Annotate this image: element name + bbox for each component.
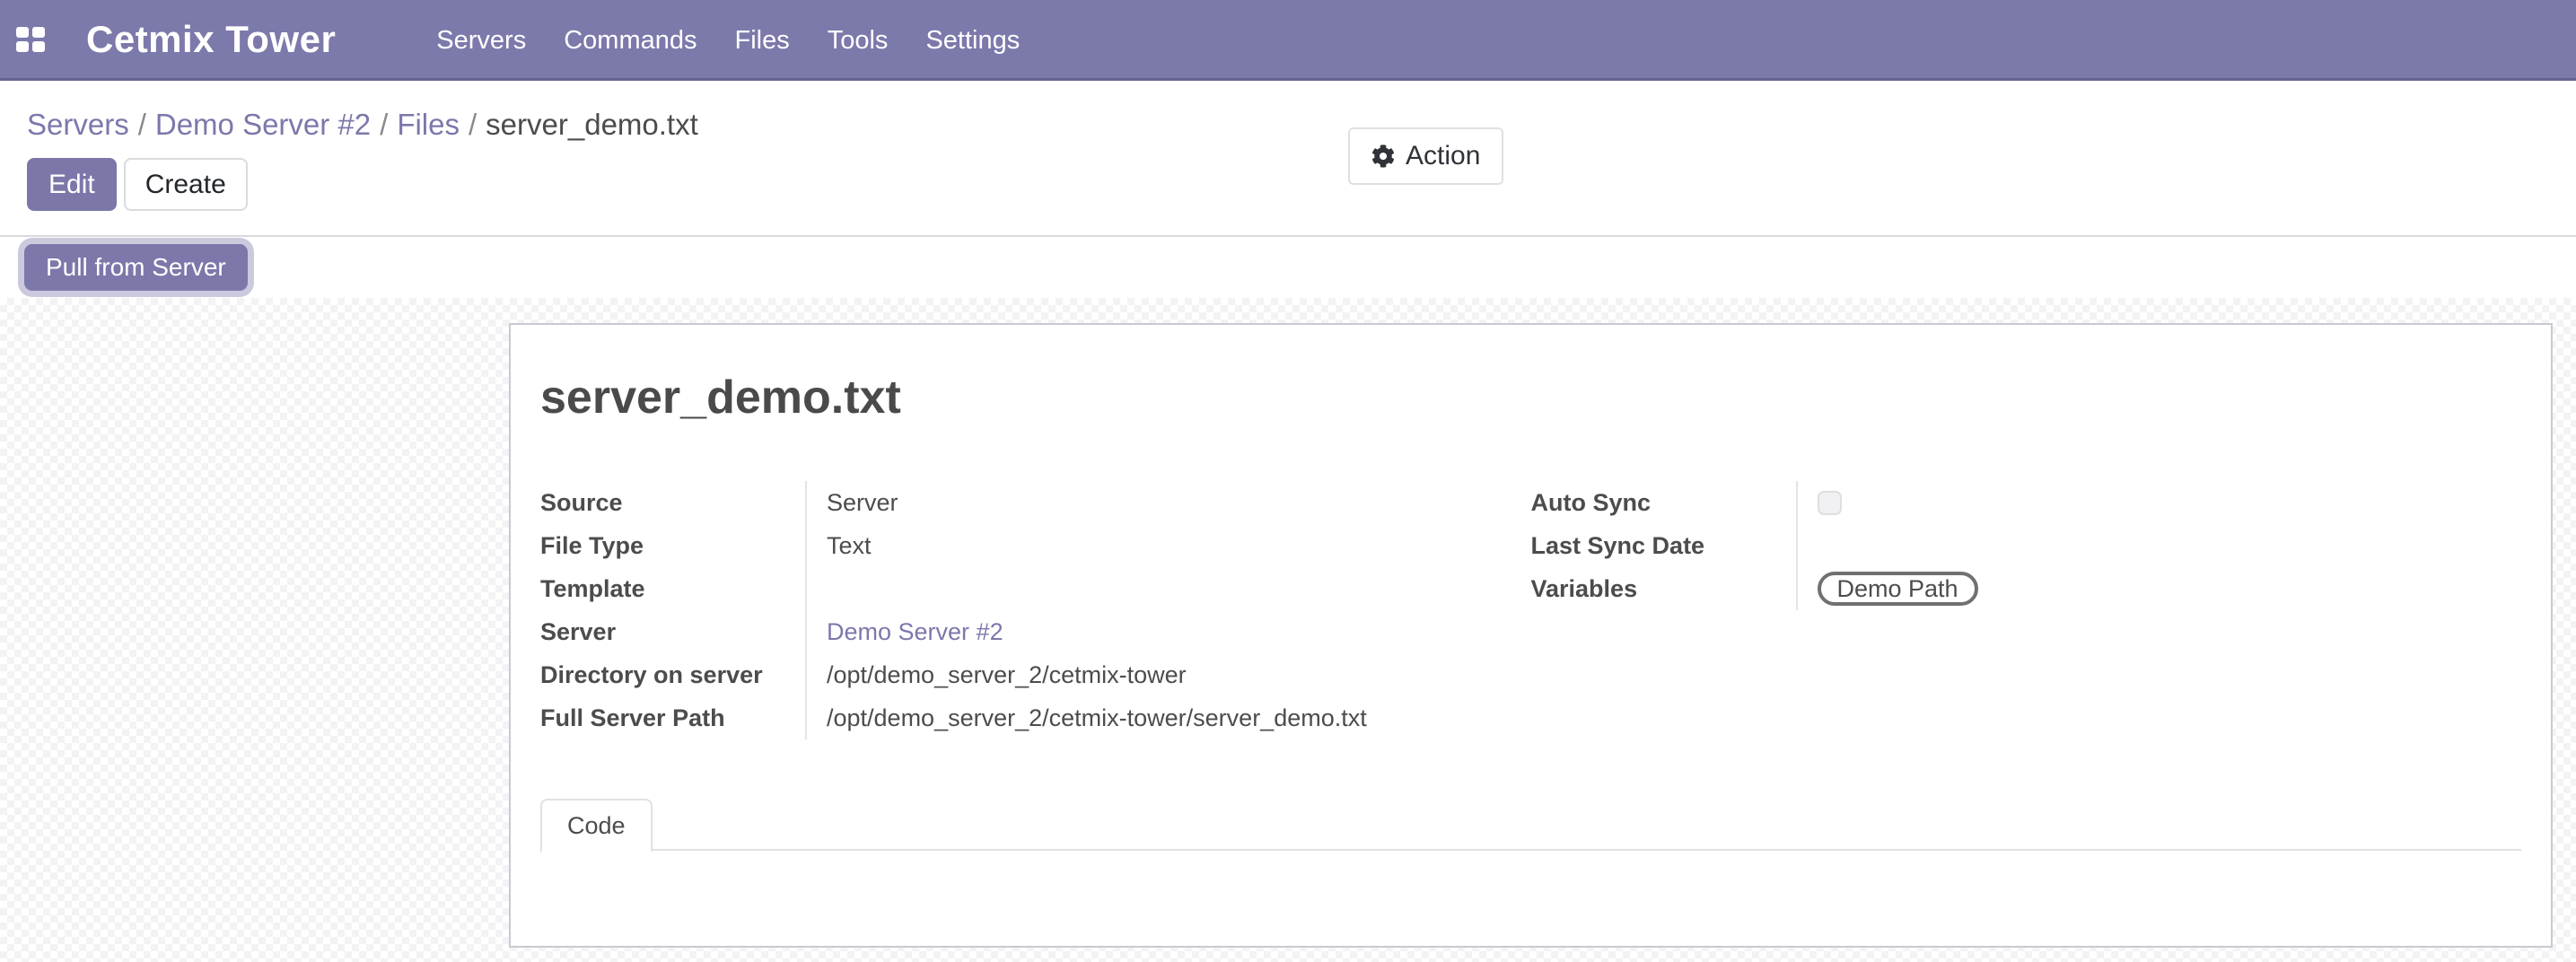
server-link[interactable]: Demo Server #2: [827, 617, 1003, 646]
edit-button[interactable]: Edit: [27, 158, 117, 211]
field-label-variables: Variables: [1531, 575, 1796, 602]
statusbar: Pull from Server: [0, 235, 2576, 298]
field-row-last-sync-date: Last Sync Date: [1531, 524, 2522, 567]
breadcrumb-link-files[interactable]: Files: [397, 108, 460, 141]
field-row-full-path: Full Server Path /opt/demo_server_2/cetm…: [540, 696, 1531, 739]
field-group: Source Server File Type Text Template Se…: [540, 481, 2521, 739]
top-navbar: Cetmix Tower Servers Commands Files Tool…: [0, 0, 2576, 81]
field-label-directory: Directory on server: [540, 661, 805, 688]
field-row-auto-sync: Auto Sync: [1531, 481, 2522, 524]
field-row-template: Template: [540, 567, 1531, 610]
menu-item-settings[interactable]: Settings: [925, 0, 1020, 78]
form-sheet: server_demo.txt Source Server File Type …: [509, 323, 2553, 948]
pull-from-server-button[interactable]: Pull from Server: [24, 244, 248, 291]
create-button[interactable]: Create: [124, 158, 248, 211]
apps-grid-square: [16, 41, 29, 52]
menu-item-tools[interactable]: Tools: [828, 0, 889, 78]
field-row-variables: Variables Demo Path: [1531, 567, 2522, 610]
field-value-template: [805, 567, 1531, 610]
field-value-file-type: Text: [805, 524, 1531, 567]
field-row-server: Server Demo Server #2: [540, 610, 1531, 653]
notebook: Code: [540, 797, 2521, 949]
menu-item-commands[interactable]: Commands: [564, 0, 697, 78]
tab-code[interactable]: Code: [540, 799, 653, 853]
menu-item-files[interactable]: Files: [735, 0, 790, 78]
field-row-file-type: File Type Text: [540, 524, 1531, 567]
field-value-server: Demo Server #2: [805, 610, 1531, 653]
control-panel-buttons: Edit Create: [27, 158, 2576, 211]
breadcrumb: Servers/Demo Server #2/Files/server_demo…: [27, 108, 2576, 142]
field-column-right: Auto Sync Last Sync Date Variables Demo …: [1531, 481, 2522, 739]
apps-grid-icon[interactable]: [16, 27, 45, 52]
field-value-directory: /opt/demo_server_2/cetmix-tower: [805, 653, 1531, 696]
tab-bar: Code: [540, 797, 2521, 851]
field-label-template: Template: [540, 575, 805, 602]
field-value-auto-sync: [1796, 481, 2522, 524]
field-label-auto-sync: Auto Sync: [1531, 489, 1796, 516]
gear-icon: [1371, 144, 1395, 168]
breadcrumb-link-demo-server-2[interactable]: Demo Server #2: [155, 108, 371, 141]
tab-content-code: [540, 851, 2521, 949]
menu-item-servers[interactable]: Servers: [436, 0, 526, 78]
field-column-left: Source Server File Type Text Template Se…: [540, 481, 1531, 739]
action-button[interactable]: Action: [1348, 127, 1503, 185]
breadcrumb-separator: /: [460, 108, 486, 141]
variable-tag-demo-path: Demo Path: [1818, 572, 1978, 606]
field-row-source: Source Server: [540, 481, 1531, 524]
field-row-directory: Directory on server /opt/demo_server_2/c…: [540, 653, 1531, 696]
breadcrumb-link-servers[interactable]: Servers: [27, 108, 129, 141]
app-brand[interactable]: Cetmix Tower: [86, 18, 336, 61]
breadcrumb-current: server_demo.txt: [486, 108, 698, 141]
field-label-full-path: Full Server Path: [540, 704, 805, 731]
breadcrumb-separator: /: [371, 108, 397, 141]
field-value-last-sync-date: [1796, 524, 2522, 567]
field-label-server: Server: [540, 618, 805, 645]
form-background: server_demo.txt Source Server File Type …: [0, 298, 2576, 962]
field-value-source: Server: [805, 481, 1531, 524]
page-title: server_demo.txt: [540, 372, 2521, 424]
field-value-full-path: /opt/demo_server_2/cetmix-tower/server_d…: [805, 696, 1531, 739]
field-label-file-type: File Type: [540, 532, 805, 559]
apps-grid-square: [16, 27, 29, 38]
breadcrumb-separator: /: [129, 108, 155, 141]
main-menu: Servers Commands Files Tools Settings: [436, 0, 1020, 78]
field-label-last-sync-date: Last Sync Date: [1531, 532, 1796, 559]
apps-grid-square: [32, 41, 45, 52]
field-value-variables: Demo Path: [1796, 567, 2522, 610]
auto-sync-checkbox[interactable]: [1818, 491, 1842, 515]
control-panel: Servers/Demo Server #2/Files/server_demo…: [0, 81, 2576, 235]
action-button-label: Action: [1406, 141, 1480, 171]
field-label-source: Source: [540, 489, 805, 516]
apps-grid-square: [32, 27, 45, 38]
